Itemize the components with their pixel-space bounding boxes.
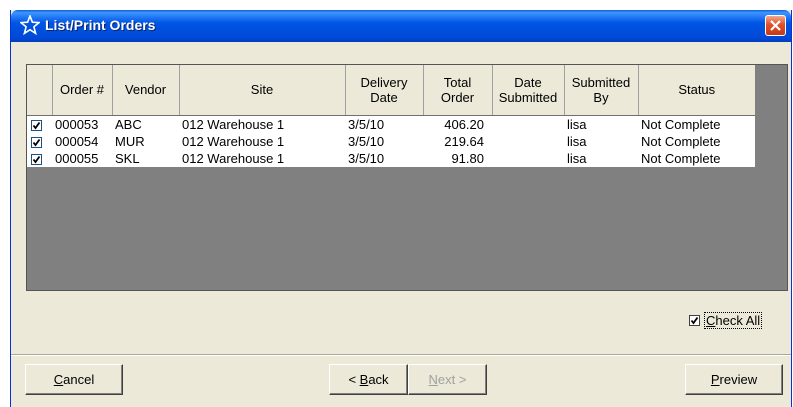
title-bar[interactable]: List/Print Orders	[11, 10, 791, 42]
cell-date-submitted	[492, 149, 564, 167]
close-button[interactable]	[765, 15, 786, 36]
next-button[interactable]: Next >	[408, 364, 487, 395]
back-label: ack	[368, 372, 389, 387]
row-select-cell[interactable]	[27, 115, 52, 133]
list-print-orders-window: List/Print Orders Order # Vendor Site Deliv…	[10, 10, 792, 407]
cell-site: 012 Warehouse 1	[179, 132, 345, 150]
cell-date-submitted	[492, 115, 564, 133]
cell-status: Not Complete	[638, 115, 755, 133]
cell-total-order: 219.64	[423, 132, 492, 150]
cell-delivery-date: 3/5/10	[345, 115, 423, 133]
cancel-label: ancel	[63, 372, 95, 387]
preview-hotkey: P	[710, 372, 720, 387]
cancel-hotkey: C	[53, 372, 64, 387]
column-header-select[interactable]	[27, 65, 53, 116]
cell-vendor: ABC	[112, 115, 179, 133]
orders-table: Order # Vendor Site Delivery Date Total Orde…	[27, 65, 755, 167]
column-header-submitted-by[interactable]: Submitted By	[564, 65, 639, 116]
cell-status: Not Complete	[638, 132, 755, 150]
check-all-hotkey: C	[706, 313, 716, 329]
column-header-delivery-date[interactable]: Delivery Date	[345, 65, 424, 116]
column-header-vendor[interactable]: Vendor	[112, 65, 180, 116]
cell-submitted-by: lisa	[564, 149, 638, 167]
close-icon	[770, 20, 781, 31]
cell-status: Not Complete	[638, 149, 755, 167]
cell-order-number: 000055	[52, 149, 112, 167]
cell-total-order: 406.20	[423, 115, 492, 133]
cell-total-order: 91.80	[423, 149, 492, 167]
cell-site: 012 Warehouse 1	[179, 115, 345, 133]
cell-delivery-date: 3/5/10	[345, 149, 423, 167]
row-checkbox[interactable]	[31, 136, 42, 148]
cell-vendor: MUR	[112, 132, 179, 150]
cell-vendor: SKL	[112, 149, 179, 167]
check-all-label-rest: heck All	[715, 313, 761, 329]
cancel-button[interactable]: Cancel	[25, 364, 123, 395]
checkmark-icon	[32, 121, 41, 130]
preview-button[interactable]: Preview	[685, 364, 783, 395]
table-row[interactable]: 000055 SKL 012 Warehouse 1 3/5/10 91.80 lisa N…	[27, 149, 755, 167]
check-all-label: Check All	[704, 312, 763, 330]
row-checkbox[interactable]	[31, 119, 42, 131]
next-label: ext >	[437, 372, 467, 387]
row-select-cell[interactable]	[27, 149, 52, 167]
table-row[interactable]: 000054 MUR 012 Warehouse 1 3/5/10 219.64 lisa…	[27, 132, 755, 150]
window-title: List/Print Orders	[45, 17, 156, 33]
back-button[interactable]: < Back	[329, 364, 408, 395]
grid-header-row: Order # Vendor Site Delivery Date Total Orde…	[27, 65, 755, 116]
checkmark-icon	[32, 155, 41, 164]
star-icon	[20, 15, 40, 35]
back-arrow-text: <	[348, 372, 360, 387]
table-row[interactable]: 000053 ABC 012 Warehouse 1 3/5/10 406.20 lisa…	[27, 115, 755, 133]
next-hotkey: N	[428, 372, 438, 387]
separator-highlight	[11, 355, 791, 356]
cell-submitted-by: lisa	[564, 132, 638, 150]
row-checkbox[interactable]	[31, 153, 42, 165]
checkmark-icon	[32, 138, 41, 147]
row-select-cell[interactable]	[27, 132, 52, 150]
column-header-date-submitted[interactable]: Date Submitted	[492, 65, 565, 116]
cell-submitted-by: lisa	[564, 115, 638, 133]
column-header-order-number[interactable]: Order #	[52, 65, 113, 116]
check-all-checkbox[interactable]: Check All	[689, 312, 763, 330]
cell-site: 012 Warehouse 1	[179, 149, 345, 167]
orders-grid[interactable]: Order # Vendor Site Delivery Date Total Orde…	[26, 64, 788, 291]
cell-date-submitted	[492, 132, 564, 150]
cell-order-number: 000054	[52, 132, 112, 150]
check-all-box[interactable]	[689, 315, 700, 327]
preview-label: review	[719, 372, 758, 387]
checkmark-icon	[690, 317, 699, 325]
column-header-total-order[interactable]: Total Order	[423, 65, 493, 116]
cell-delivery-date: 3/5/10	[345, 132, 423, 150]
column-header-status[interactable]: Status	[638, 65, 755, 116]
cell-order-number: 000053	[52, 115, 112, 133]
column-header-site[interactable]: Site	[179, 65, 346, 116]
